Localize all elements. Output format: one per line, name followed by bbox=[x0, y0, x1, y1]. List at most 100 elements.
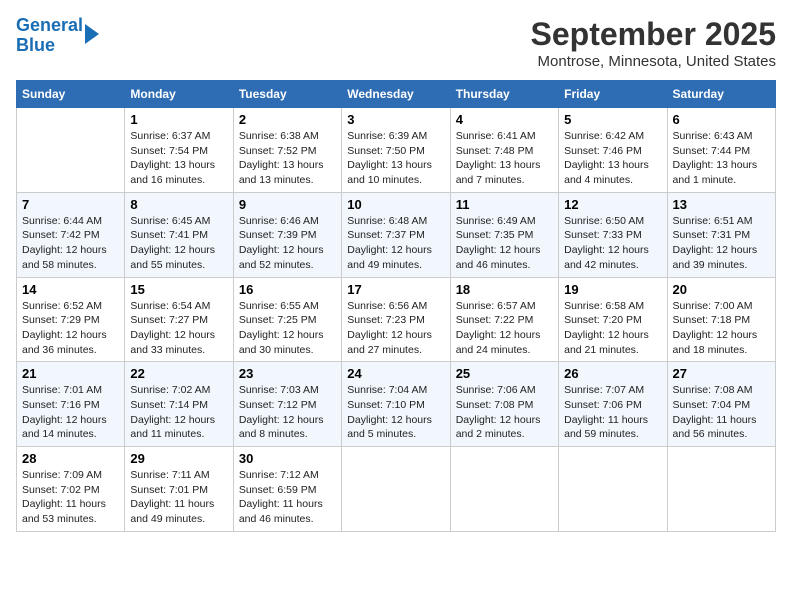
day-info: Sunrise: 6:45 AM Sunset: 7:41 PM Dayligh… bbox=[130, 214, 227, 273]
day-cell bbox=[450, 447, 558, 532]
day-info: Sunrise: 7:09 AM Sunset: 7:02 PM Dayligh… bbox=[22, 468, 119, 527]
day-info: Sunrise: 6:52 AM Sunset: 7:29 PM Dayligh… bbox=[22, 299, 119, 358]
day-cell bbox=[17, 108, 125, 193]
title-block: September 2025 Montrose, Minnesota, Unit… bbox=[531, 16, 776, 70]
day-cell: 16 Sunrise: 6:55 AM Sunset: 7:25 PM Dayli… bbox=[233, 277, 341, 362]
day-info: Sunrise: 6:42 AM Sunset: 7:46 PM Dayligh… bbox=[564, 129, 661, 188]
day-number: 7 bbox=[22, 197, 119, 212]
day-info: Sunrise: 7:04 AM Sunset: 7:10 PM Dayligh… bbox=[347, 383, 444, 442]
day-cell: 27Sunrise: 7:08 AM Sunset: 7:04 PM Dayli… bbox=[667, 362, 775, 447]
day-cell bbox=[559, 447, 667, 532]
logo-line2: Blue bbox=[16, 35, 55, 55]
day-number: 5 bbox=[564, 112, 661, 127]
day-cell: 23 Sunrise: 7:03 AM Sunset: 7:12 PM Dayli… bbox=[233, 362, 341, 447]
logo-line1: General bbox=[16, 15, 83, 35]
week-row-4: 21 Sunrise: 7:01 AM Sunset: 7:16 PM Dayli… bbox=[17, 362, 776, 447]
day-cell: 5 Sunrise: 6:42 AM Sunset: 7:46 PM Daylig… bbox=[559, 108, 667, 193]
day-number: 23 bbox=[239, 366, 336, 381]
day-cell: 22Sunrise: 7:02 AM Sunset: 7:14 PM Dayli… bbox=[125, 362, 233, 447]
header-cell-wednesday: Wednesday bbox=[342, 81, 450, 108]
day-number: 24 bbox=[347, 366, 444, 381]
day-number: 13 bbox=[673, 197, 770, 212]
day-cell: 8 Sunrise: 6:45 AM Sunset: 7:41 PM Daylig… bbox=[125, 192, 233, 277]
day-cell: 24 Sunrise: 7:04 AM Sunset: 7:10 PM Dayli… bbox=[342, 362, 450, 447]
day-cell: 25Sunrise: 7:06 AM Sunset: 7:08 PM Dayli… bbox=[450, 362, 558, 447]
calendar-subtitle: Montrose, Minnesota, United States bbox=[531, 53, 776, 70]
header-cell-thursday: Thursday bbox=[450, 81, 558, 108]
day-info: Sunrise: 6:49 AM Sunset: 7:35 PM Dayligh… bbox=[456, 214, 553, 273]
day-info: Sunrise: 6:58 AM Sunset: 7:20 PM Dayligh… bbox=[564, 299, 661, 358]
day-info: Sunrise: 7:03 AM Sunset: 7:12 PM Dayligh… bbox=[239, 383, 336, 442]
day-info: Sunrise: 6:48 AM Sunset: 7:37 PM Dayligh… bbox=[347, 214, 444, 273]
logo-text: General Blue bbox=[16, 16, 83, 56]
day-info: Sunrise: 6:38 AM Sunset: 7:52 PM Dayligh… bbox=[239, 129, 336, 188]
day-cell: 17Sunrise: 6:56 AM Sunset: 7:23 PM Dayli… bbox=[342, 277, 450, 362]
day-number: 17 bbox=[347, 282, 444, 297]
day-number: 21 bbox=[22, 366, 119, 381]
calendar-table: SundayMondayTuesdayWednesdayThursdayFrid… bbox=[16, 80, 776, 532]
calendar-header: SundayMondayTuesdayWednesdayThursdayFrid… bbox=[17, 81, 776, 108]
day-cell bbox=[342, 447, 450, 532]
week-row-5: 28Sunrise: 7:09 AM Sunset: 7:02 PM Dayli… bbox=[17, 447, 776, 532]
day-cell: 1Sunrise: 6:37 AM Sunset: 7:54 PM Daylig… bbox=[125, 108, 233, 193]
day-cell: 11 Sunrise: 6:49 AM Sunset: 7:35 PM Dayli… bbox=[450, 192, 558, 277]
calendar-body: 1Sunrise: 6:37 AM Sunset: 7:54 PM Daylig… bbox=[17, 108, 776, 532]
day-cell: 14 Sunrise: 6:52 AM Sunset: 7:29 PM Dayli… bbox=[17, 277, 125, 362]
day-info: Sunrise: 6:39 AM Sunset: 7:50 PM Dayligh… bbox=[347, 129, 444, 188]
day-cell: 4Sunrise: 6:41 AM Sunset: 7:48 PM Daylig… bbox=[450, 108, 558, 193]
day-number: 26 bbox=[564, 366, 661, 381]
day-cell: 9 Sunrise: 6:46 AM Sunset: 7:39 PM Daylig… bbox=[233, 192, 341, 277]
day-info: Sunrise: 7:02 AM Sunset: 7:14 PM Dayligh… bbox=[130, 383, 227, 442]
day-info: Sunrise: 7:11 AM Sunset: 7:01 PM Dayligh… bbox=[130, 468, 227, 527]
day-cell: 10 Sunrise: 6:48 AM Sunset: 7:37 PM Dayli… bbox=[342, 192, 450, 277]
day-info: Sunrise: 6:54 AM Sunset: 7:27 PM Dayligh… bbox=[130, 299, 227, 358]
day-cell: 12Sunrise: 6:50 AM Sunset: 7:33 PM Dayli… bbox=[559, 192, 667, 277]
day-cell: 29 Sunrise: 7:11 AM Sunset: 7:01 PM Dayli… bbox=[125, 447, 233, 532]
day-cell: 3 Sunrise: 6:39 AM Sunset: 7:50 PM Daylig… bbox=[342, 108, 450, 193]
day-info: Sunrise: 6:41 AM Sunset: 7:48 PM Dayligh… bbox=[456, 129, 553, 188]
day-number: 9 bbox=[239, 197, 336, 212]
day-number: 2 bbox=[239, 112, 336, 127]
day-info: Sunrise: 6:43 AM Sunset: 7:44 PM Dayligh… bbox=[673, 129, 770, 188]
day-cell: 13 Sunrise: 6:51 AM Sunset: 7:31 PM Dayli… bbox=[667, 192, 775, 277]
day-info: Sunrise: 7:01 AM Sunset: 7:16 PM Dayligh… bbox=[22, 383, 119, 442]
calendar-title: September 2025 bbox=[531, 16, 776, 53]
day-number: 8 bbox=[130, 197, 227, 212]
day-info: Sunrise: 6:46 AM Sunset: 7:39 PM Dayligh… bbox=[239, 214, 336, 273]
header-row: SundayMondayTuesdayWednesdayThursdayFrid… bbox=[17, 81, 776, 108]
day-number: 18 bbox=[456, 282, 553, 297]
day-number: 3 bbox=[347, 112, 444, 127]
week-row-1: 1Sunrise: 6:37 AM Sunset: 7:54 PM Daylig… bbox=[17, 108, 776, 193]
day-info: Sunrise: 7:07 AM Sunset: 7:06 PM Dayligh… bbox=[564, 383, 661, 442]
day-number: 25 bbox=[456, 366, 553, 381]
day-cell: 26 Sunrise: 7:07 AM Sunset: 7:06 PM Dayli… bbox=[559, 362, 667, 447]
day-cell: 2 Sunrise: 6:38 AM Sunset: 7:52 PM Daylig… bbox=[233, 108, 341, 193]
day-number: 11 bbox=[456, 197, 553, 212]
day-cell: 18 Sunrise: 6:57 AM Sunset: 7:22 PM Dayli… bbox=[450, 277, 558, 362]
day-number: 10 bbox=[347, 197, 444, 212]
day-number: 12 bbox=[564, 197, 661, 212]
day-number: 14 bbox=[22, 282, 119, 297]
day-cell: 19 Sunrise: 6:58 AM Sunset: 7:20 PM Dayli… bbox=[559, 277, 667, 362]
day-number: 20 bbox=[673, 282, 770, 297]
day-cell bbox=[667, 447, 775, 532]
page-header: General Blue September 2025 Montrose, Mi… bbox=[16, 16, 776, 70]
day-info: Sunrise: 7:12 AM Sunset: 6:59 PM Dayligh… bbox=[239, 468, 336, 527]
day-info: Sunrise: 6:55 AM Sunset: 7:25 PM Dayligh… bbox=[239, 299, 336, 358]
day-number: 19 bbox=[564, 282, 661, 297]
header-cell-tuesday: Tuesday bbox=[233, 81, 341, 108]
day-info: Sunrise: 7:08 AM Sunset: 7:04 PM Dayligh… bbox=[673, 383, 770, 442]
header-cell-friday: Friday bbox=[559, 81, 667, 108]
day-number: 29 bbox=[130, 451, 227, 466]
day-number: 1 bbox=[130, 112, 227, 127]
day-number: 15 bbox=[130, 282, 227, 297]
day-info: Sunrise: 6:57 AM Sunset: 7:22 PM Dayligh… bbox=[456, 299, 553, 358]
week-row-3: 14 Sunrise: 6:52 AM Sunset: 7:29 PM Dayli… bbox=[17, 277, 776, 362]
day-cell: 28Sunrise: 7:09 AM Sunset: 7:02 PM Dayli… bbox=[17, 447, 125, 532]
week-row-2: 7Sunrise: 6:44 AM Sunset: 7:42 PM Daylig… bbox=[17, 192, 776, 277]
day-cell: 15 Sunrise: 6:54 AM Sunset: 7:27 PM Dayli… bbox=[125, 277, 233, 362]
header-cell-monday: Monday bbox=[125, 81, 233, 108]
day-number: 16 bbox=[239, 282, 336, 297]
day-info: Sunrise: 6:51 AM Sunset: 7:31 PM Dayligh… bbox=[673, 214, 770, 273]
day-cell: 30Sunrise: 7:12 AM Sunset: 6:59 PM Dayli… bbox=[233, 447, 341, 532]
